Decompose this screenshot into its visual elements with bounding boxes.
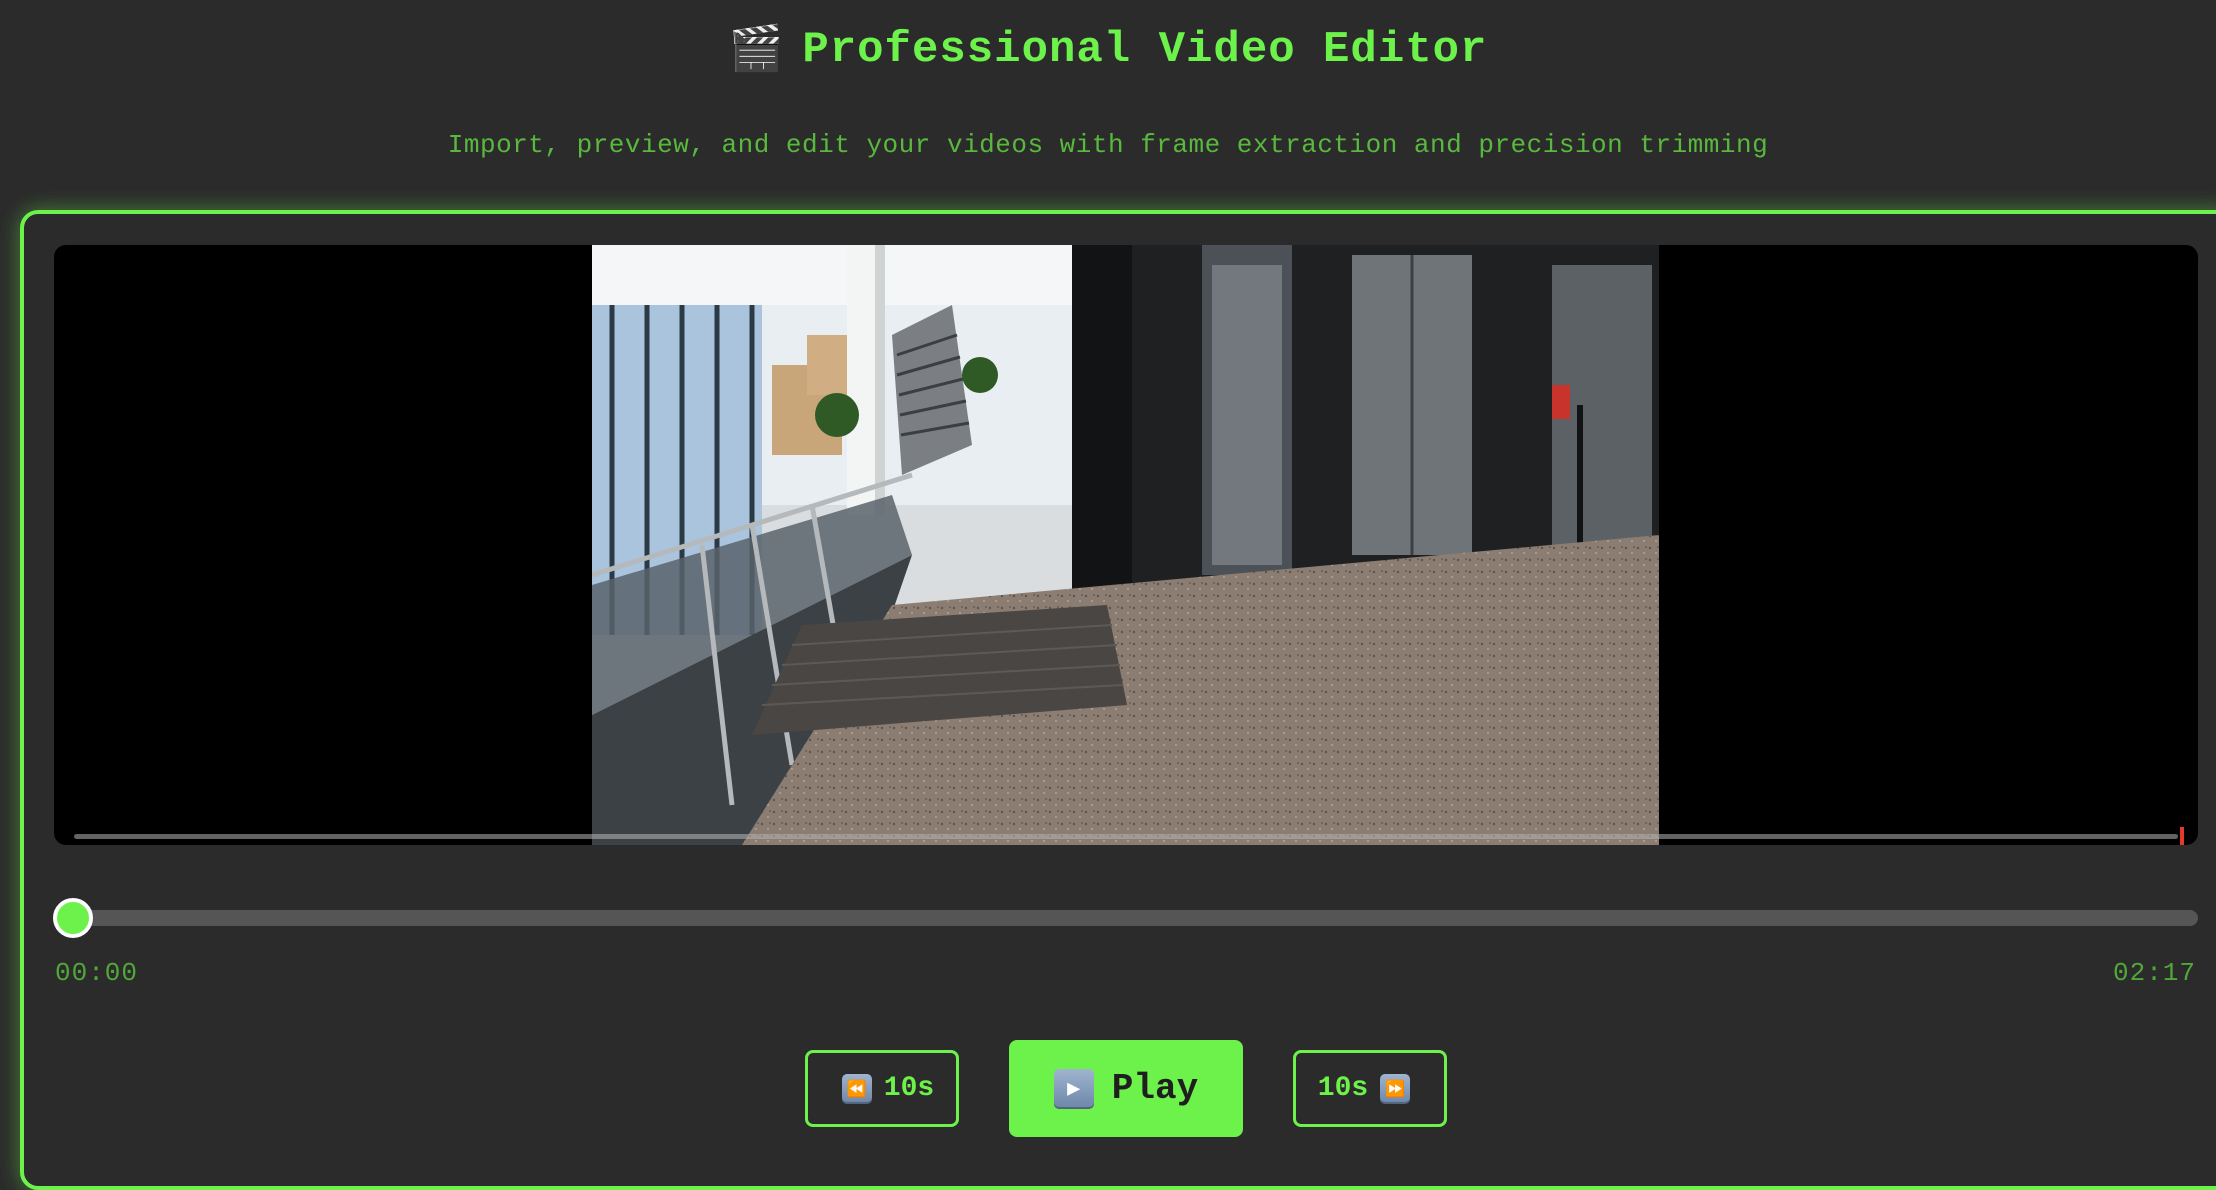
play-icon: ▶ bbox=[1053, 1068, 1094, 1109]
page-title-text: Professional Video Editor bbox=[802, 25, 1488, 75]
timeline-scrubber-handle[interactable] bbox=[53, 898, 93, 938]
video-frame-image bbox=[592, 245, 1659, 845]
rewind-10s-button[interactable]: ⏪ 10s bbox=[805, 1050, 959, 1127]
timeline-scrubber[interactable] bbox=[54, 910, 2198, 926]
current-time: 00:00 bbox=[55, 958, 139, 988]
page-title: 🎬 Professional Video Editor bbox=[0, 22, 2216, 77]
rewind-label: 10s bbox=[883, 1073, 935, 1104]
clapper-board-icon: 🎬 bbox=[728, 27, 785, 77]
play-label: Play bbox=[1111, 1068, 1199, 1109]
forward-10s-button[interactable]: 10s ⏩ bbox=[1293, 1050, 1447, 1127]
fast-forward-icon: ⏩ bbox=[1380, 1073, 1411, 1104]
video-progress-bar[interactable] bbox=[74, 834, 2178, 839]
video-progress-marker bbox=[2180, 827, 2184, 845]
page-subtitle: Import, preview, and edit your videos wi… bbox=[447, 130, 1769, 160]
rewind-icon: ⏪ bbox=[841, 1073, 872, 1104]
play-button[interactable]: ▶ Play bbox=[1009, 1040, 1243, 1137]
forward-label: 10s bbox=[1317, 1073, 1369, 1104]
total-duration: 02:17 bbox=[2112, 958, 2196, 988]
video-player[interactable] bbox=[54, 245, 2198, 845]
